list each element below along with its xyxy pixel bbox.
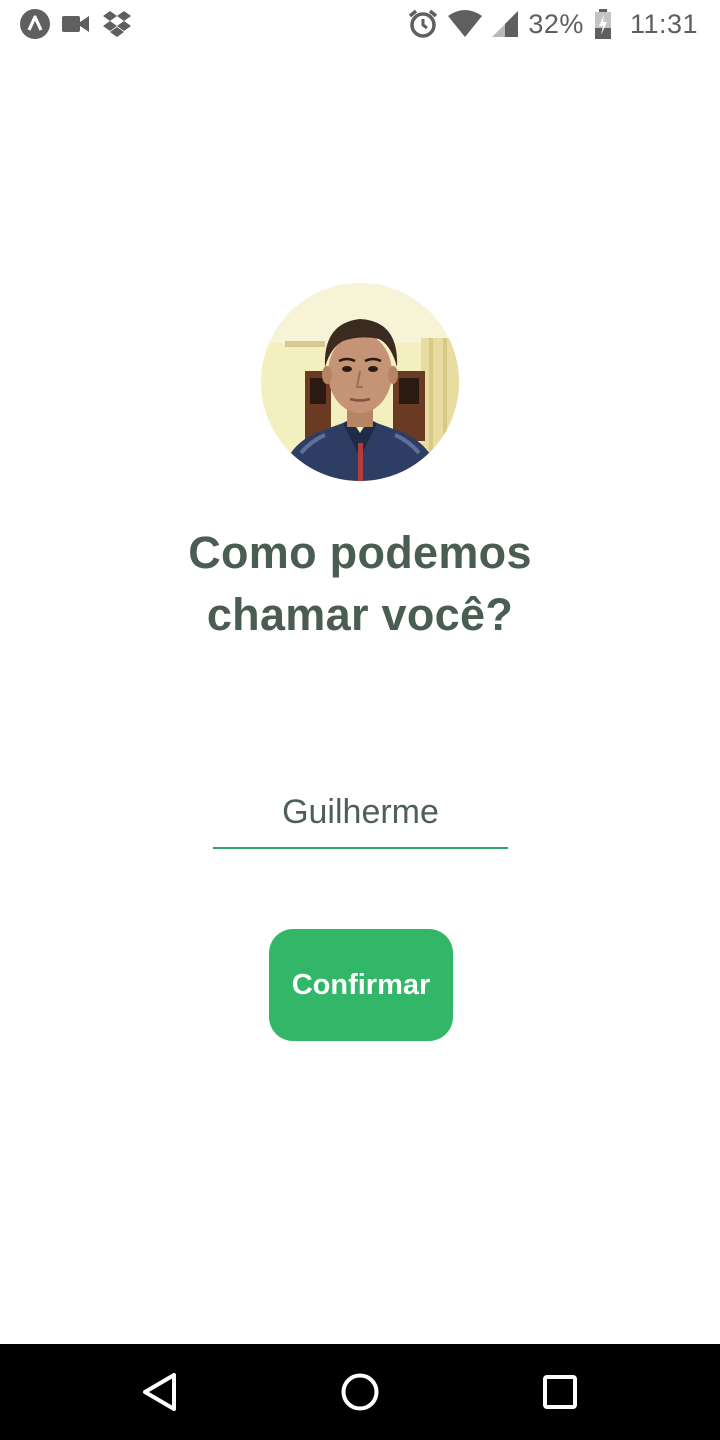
name-input[interactable] [213, 770, 508, 849]
wifi-icon [448, 10, 483, 38]
avatar [261, 283, 459, 481]
page-title-line-1: Como podemos [188, 527, 532, 578]
back-icon[interactable] [132, 1364, 188, 1420]
battery-charging-icon [594, 9, 612, 39]
confirm-button[interactable]: Confirmar [269, 929, 453, 1041]
app-notification-icon [20, 9, 50, 39]
status-right-icons: 32% 11:31 [408, 8, 698, 40]
video-camera-icon [62, 14, 90, 34]
dropbox-icon [102, 10, 132, 38]
alarm-icon [408, 9, 438, 39]
home-icon[interactable] [332, 1364, 388, 1420]
clock-time: 11:31 [629, 8, 698, 39]
battery-percent: 32% [528, 8, 584, 39]
status-bar: 32% 11:31 [0, 0, 720, 50]
status-left-icons [20, 8, 132, 40]
signal-icon [492, 11, 519, 37]
recents-icon[interactable] [532, 1364, 588, 1420]
page-title: Como podemos chamar você? [0, 522, 720, 646]
navigation-bar [0, 1344, 720, 1440]
page-title-line-2: chamar você? [206, 589, 514, 640]
